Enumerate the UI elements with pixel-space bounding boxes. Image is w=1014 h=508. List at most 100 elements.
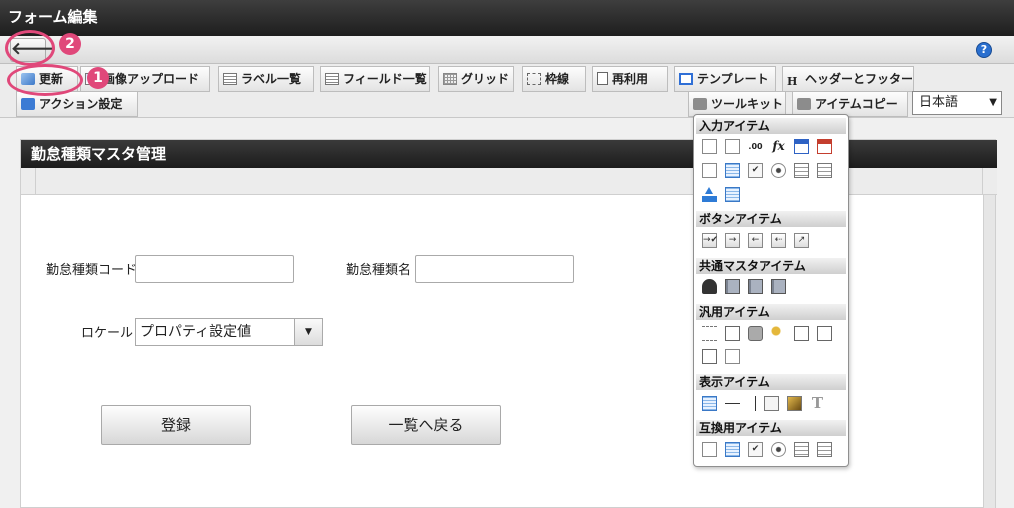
table-icon[interactable] bbox=[725, 163, 740, 178]
code-input[interactable] bbox=[135, 255, 294, 283]
table-icon[interactable] bbox=[725, 442, 740, 457]
box-icon[interactable] bbox=[764, 396, 779, 411]
company-icon[interactable] bbox=[748, 279, 763, 294]
page-icon[interactable] bbox=[702, 349, 717, 364]
file-upload-icon[interactable] bbox=[702, 187, 717, 202]
list-icon bbox=[223, 73, 237, 85]
locale-select[interactable]: プロパティ設定値 ▼ bbox=[135, 318, 323, 346]
grid-table-icon[interactable] bbox=[725, 187, 740, 202]
horizontal-line-icon[interactable] bbox=[725, 403, 740, 411]
text-field-icon[interactable] bbox=[702, 139, 717, 154]
prev-button-icon[interactable]: ← bbox=[748, 233, 763, 248]
input-items-row: ✔ bbox=[702, 163, 840, 181]
form-header-band bbox=[21, 168, 997, 195]
section-common-master-items: 共通マスタアイテム bbox=[696, 258, 846, 274]
code-label: 勤怠種類コード bbox=[46, 263, 138, 278]
template-icon bbox=[679, 73, 693, 85]
grid-icon bbox=[443, 73, 457, 85]
pulldown-icon[interactable] bbox=[794, 442, 809, 457]
toolbox-icon bbox=[797, 98, 811, 110]
compat-items-row: ✔ bbox=[702, 442, 840, 460]
datetime-icon[interactable] bbox=[817, 139, 832, 154]
back-button-icon[interactable]: ⇠ bbox=[771, 233, 786, 248]
label-icon[interactable] bbox=[702, 396, 717, 411]
chevron-down-icon: ▼ bbox=[294, 319, 322, 345]
key-icon[interactable] bbox=[771, 326, 786, 341]
user-icon[interactable] bbox=[702, 279, 717, 294]
form-title: 勤怠種類マスタ管理 bbox=[21, 140, 997, 168]
radio-icon[interactable] bbox=[771, 442, 786, 457]
vertical-scrollbar[interactable] bbox=[983, 195, 995, 508]
frame-line-button[interactable]: 枠線 bbox=[522, 66, 586, 92]
checkbox-icon[interactable]: ✔ bbox=[748, 163, 763, 178]
input-items-row bbox=[702, 187, 748, 205]
camera-icon[interactable] bbox=[748, 326, 763, 341]
number-field-icon[interactable]: .00 bbox=[748, 139, 763, 154]
help-icon[interactable]: ? bbox=[976, 42, 992, 58]
reuse-button[interactable]: 再利用 bbox=[592, 66, 668, 92]
register-button[interactable]: 登録 bbox=[101, 405, 251, 445]
toolbar: 更新 画像アップロード ラベル一覧 フィールド一覧 グリッド 枠線 再利用 テン… bbox=[0, 64, 1014, 118]
section-button-items: ボタンアイテム bbox=[696, 211, 846, 227]
name-input[interactable] bbox=[415, 255, 574, 283]
textarea-icon[interactable] bbox=[725, 139, 740, 154]
frame-icon bbox=[527, 73, 541, 85]
formula-icon[interactable]: fx bbox=[771, 139, 786, 154]
section-input-items: 入力アイテム bbox=[696, 118, 846, 134]
annotation-ring-back bbox=[5, 30, 55, 66]
annotation-number-2: 2 bbox=[59, 33, 81, 55]
copy-icon[interactable] bbox=[794, 326, 809, 341]
download-icon[interactable] bbox=[817, 326, 832, 341]
vertical-line-icon[interactable] bbox=[755, 396, 763, 411]
general-items-row bbox=[702, 349, 748, 367]
form-panel: 勤怠種類マスタ管理 勤怠種類コード 勤怠種類名 ロケール プロパティ設定値 ▼ … bbox=[20, 139, 997, 508]
pulldown-icon[interactable] bbox=[794, 163, 809, 178]
toolbox-icon bbox=[693, 98, 707, 110]
annotation-number-1: 1 bbox=[87, 67, 109, 89]
list-icon bbox=[325, 73, 339, 85]
template-button[interactable]: テンプレート bbox=[674, 66, 776, 92]
window-title: フォーム編集 bbox=[0, 0, 1014, 36]
separator-icon[interactable] bbox=[702, 326, 717, 341]
chevron-down-icon: ▼ bbox=[989, 97, 997, 108]
section-display-items: 表示アイテム bbox=[696, 374, 846, 390]
date-icon[interactable] bbox=[794, 139, 809, 154]
list-box-icon[interactable] bbox=[817, 442, 832, 457]
general-items-row bbox=[702, 326, 840, 344]
header-icon: H bbox=[787, 75, 798, 88]
next-button-icon[interactable]: → bbox=[725, 233, 740, 248]
back-to-list-button[interactable]: 一覧へ戻る bbox=[351, 405, 501, 445]
input-items-row: .00 fx bbox=[702, 139, 840, 157]
field-list-button[interactable]: フィールド一覧 bbox=[320, 66, 430, 92]
submit-button-icon[interactable]: →✔ bbox=[702, 233, 718, 248]
form-canvas: 勤怠種類マスタ管理 勤怠種類コード 勤怠種類名 ロケール プロパティ設定値 ▼ … bbox=[0, 118, 1014, 508]
section-compat-items: 互換用アイテム bbox=[696, 420, 846, 436]
image-icon[interactable] bbox=[787, 396, 802, 411]
label-list-button[interactable]: ラベル一覧 bbox=[218, 66, 314, 92]
grid-button[interactable]: グリッド bbox=[438, 66, 514, 92]
nav-bar: 🡐 ? bbox=[0, 36, 1014, 64]
divider bbox=[35, 168, 36, 195]
checkbox-icon[interactable]: ✔ bbox=[748, 442, 763, 457]
document-icon[interactable] bbox=[725, 326, 740, 341]
name-label: 勤怠種類名 bbox=[346, 263, 412, 278]
image-card-icon[interactable] bbox=[725, 349, 740, 364]
locale-label: ロケール bbox=[81, 326, 134, 341]
department-icon[interactable] bbox=[771, 279, 786, 294]
language-select[interactable]: 日本語 ▼ bbox=[912, 91, 1002, 115]
select-box-icon[interactable] bbox=[702, 442, 717, 457]
text-icon[interactable]: T bbox=[810, 396, 825, 411]
header-footer-button[interactable]: H ヘッダーとフッター bbox=[782, 66, 914, 92]
list-box-icon[interactable] bbox=[817, 163, 832, 178]
radio-icon[interactable] bbox=[771, 163, 786, 178]
toolkit-panel: 入力アイテム .00 fx ✔ ボタンアイテム →✔ → ← ⇠ ↗ 共通マスタアイテム … bbox=[693, 114, 849, 467]
common-master-row bbox=[702, 279, 794, 297]
jump-button-icon[interactable]: ↗ bbox=[794, 233, 809, 248]
select-box-icon[interactable] bbox=[702, 163, 717, 178]
organization-icon[interactable] bbox=[725, 279, 740, 294]
annotation-ring-update bbox=[7, 64, 83, 96]
display-items-row: T bbox=[702, 396, 833, 414]
section-general-items: 汎用アイテム bbox=[696, 304, 846, 320]
button-items-row: →✔ → ← ⇠ ↗ bbox=[702, 233, 817, 251]
action-icon bbox=[21, 98, 35, 110]
